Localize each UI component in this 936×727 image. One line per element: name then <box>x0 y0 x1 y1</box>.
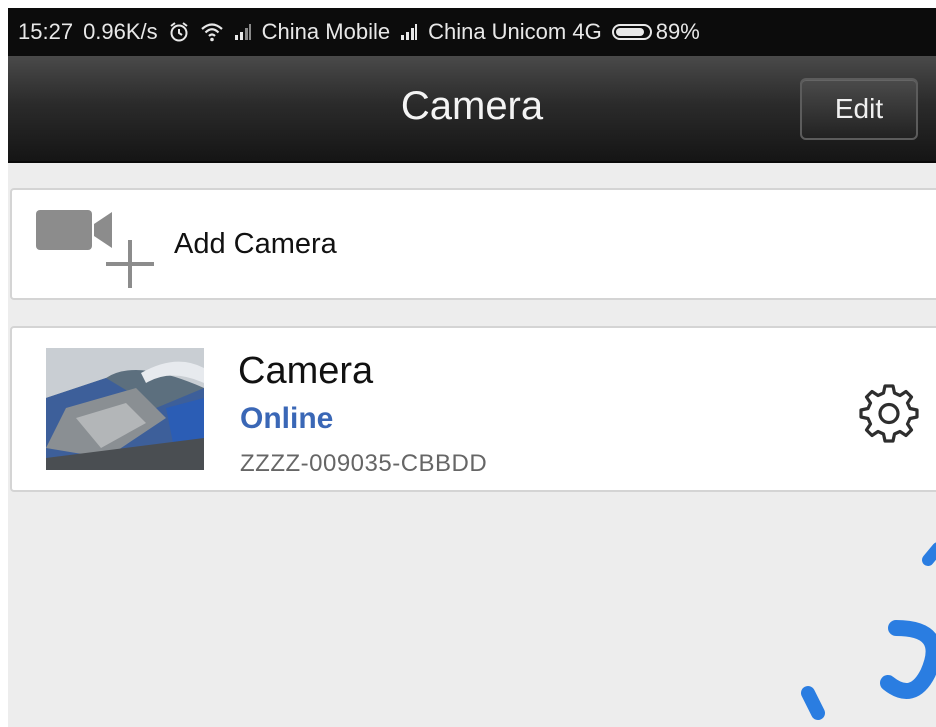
battery-icon <box>611 24 652 40</box>
camera-status: Online <box>240 402 334 435</box>
status-bar: 15:27 0.96K/s China Mobile China Unicom … <box>8 8 936 56</box>
battery-level <box>615 28 644 36</box>
camera-device-id: ZZZZ-009035-CBBDD <box>240 450 488 477</box>
watermark-graphic <box>801 542 936 720</box>
carrier-2: China Unicom 4G <box>428 19 602 44</box>
gear-icon[interactable] <box>858 382 920 444</box>
edit-button[interactable]: Edit <box>800 78 918 140</box>
nav-bar: Camera Edit <box>8 56 936 163</box>
add-camera-row[interactable]: Add Camera <box>10 188 936 300</box>
wifi-icon <box>200 22 224 42</box>
add-video-camera-icon <box>36 210 154 288</box>
carrier-1: China Mobile <box>261 19 391 44</box>
app-screen: 15:27 0.96K/s China Mobile China Unicom … <box>8 8 936 727</box>
camera-thumbnail <box>46 348 204 470</box>
status-time: 15:27 <box>18 19 74 44</box>
page-title: Camera <box>400 84 544 128</box>
signal-icon <box>400 23 418 41</box>
camera-name: Camera <box>238 350 374 392</box>
battery-percent: 89% <box>655 19 700 44</box>
add-camera-label: Add Camera <box>174 228 337 260</box>
camera-list-item[interactable]: Camera Online ZZZZ-009035-CBBDD <box>10 326 936 492</box>
alarm-icon <box>168 21 190 43</box>
signal-icon <box>234 23 252 41</box>
network-speed: 0.96K/s <box>83 19 158 44</box>
